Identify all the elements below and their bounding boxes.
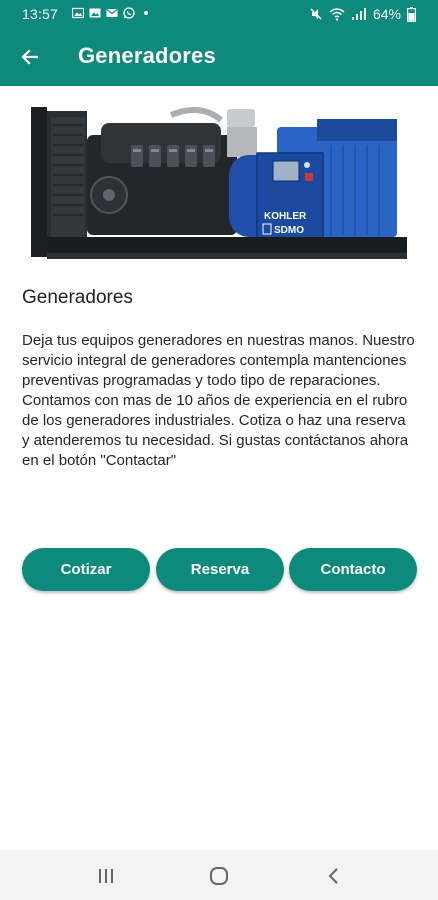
home-button[interactable] — [207, 864, 231, 888]
gallery-icon — [89, 8, 101, 18]
mute-icon — [310, 8, 322, 20]
contact-button[interactable]: Contacto — [289, 548, 417, 591]
arrow-back-icon — [21, 49, 39, 65]
recent-apps-icon — [99, 869, 113, 883]
signal-icon — [351, 8, 366, 20]
home-icon — [210, 867, 228, 885]
quote-button[interactable]: Cotizar — [22, 548, 150, 591]
gallery-icon — [72, 7, 84, 19]
back-icon — [328, 868, 338, 884]
system-icons: 64% — [309, 6, 416, 22]
recent-apps-button[interactable] — [94, 864, 118, 888]
dot-icon — [144, 11, 148, 15]
battery-percent: 64% — [372, 6, 401, 22]
whatsapp-icon — [123, 7, 135, 19]
brand-sdmo-label: SDMO — [274, 225, 304, 236]
service-description: Deja tus equipos generadores en nuestras… — [22, 332, 415, 469]
brand-kohler-label: KOHLER — [264, 211, 307, 222]
reserve-button[interactable]: Reserva — [156, 548, 284, 591]
system-nav-bar — [0, 850, 438, 900]
email-icon — [106, 9, 118, 17]
page-title: Generadores — [78, 43, 216, 68]
notification-icons — [72, 7, 152, 19]
status-bar: 13:57 64% — [0, 0, 438, 28]
wifi-icon — [329, 8, 345, 21]
generator-image: KOHLER SDMO — [31, 105, 407, 267]
back-button[interactable] — [14, 41, 46, 73]
nav-back-button[interactable] — [322, 864, 346, 888]
status-time: 13:57 — [22, 6, 59, 22]
battery-icon — [407, 6, 416, 22]
service-heading: Generadores — [22, 287, 133, 308]
app-bar: Generadores — [0, 28, 438, 86]
